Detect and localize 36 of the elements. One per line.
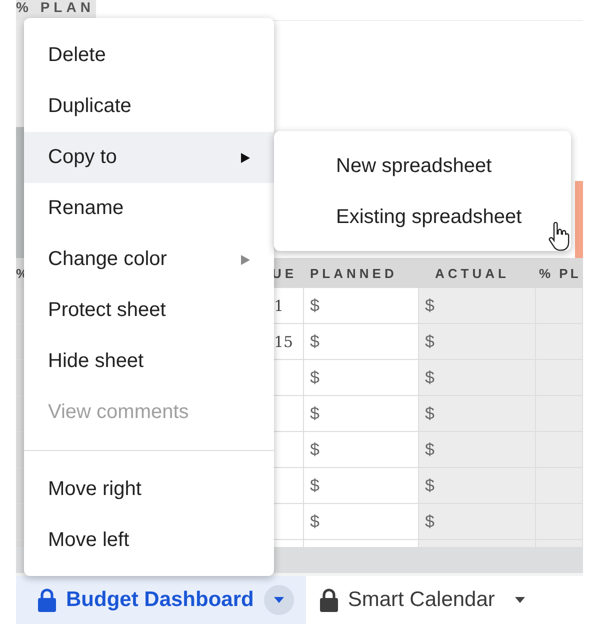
menu-item[interactable]: Existing spreadsheet bbox=[274, 192, 571, 243]
menu-item[interactable]: Hide sheet bbox=[24, 336, 274, 387]
menu-item[interactable]: Rename bbox=[24, 183, 274, 234]
sheet-tab[interactable]: Budget Dashboard bbox=[16, 576, 306, 624]
cell-value: $ bbox=[310, 404, 320, 424]
menu-item[interactable]: Copy to bbox=[24, 132, 274, 183]
cell-value: $ bbox=[425, 296, 434, 316]
menu-item[interactable]: New spreadsheet bbox=[274, 141, 571, 192]
cell-value: $ bbox=[425, 512, 434, 532]
cell-value: $ bbox=[310, 440, 320, 460]
cell-value: $ bbox=[310, 476, 320, 496]
menu-item[interactable]: Protect sheet bbox=[24, 285, 274, 336]
dropdown-caret-icon[interactable] bbox=[264, 585, 294, 615]
cell-value: $ bbox=[425, 332, 434, 352]
cell-value: $ bbox=[310, 512, 320, 532]
cell-value: $ bbox=[310, 368, 320, 388]
menu-item[interactable]: Change color bbox=[24, 234, 274, 285]
column-header: % PL bbox=[538, 266, 582, 280]
cell-value: $ bbox=[310, 296, 320, 316]
cell-value: 1 bbox=[274, 296, 284, 314]
cell-value: $ bbox=[425, 404, 434, 424]
column-header: PLANNED bbox=[309, 266, 398, 280]
submenu-arrow-icon bbox=[241, 152, 250, 162]
column-header: % PLAN bbox=[16, 0, 96, 20]
column-header: ACTUAL bbox=[434, 266, 510, 280]
menu-item[interactable]: Delete bbox=[24, 30, 274, 81]
menu-item[interactable]: Duplicate bbox=[24, 81, 274, 132]
submenu-arrow-icon bbox=[241, 254, 250, 264]
cell-value: $ bbox=[425, 368, 434, 388]
menu-item[interactable]: Move right bbox=[24, 464, 274, 515]
cell-value: $ bbox=[425, 440, 434, 460]
cell-value: $ bbox=[310, 332, 320, 352]
sheet-tab[interactable]: Smart Calendar bbox=[306, 576, 549, 624]
cell-value: $ bbox=[425, 476, 434, 496]
menu-item[interactable]: Move left bbox=[24, 515, 274, 566]
cell-value: 15 bbox=[274, 332, 294, 350]
